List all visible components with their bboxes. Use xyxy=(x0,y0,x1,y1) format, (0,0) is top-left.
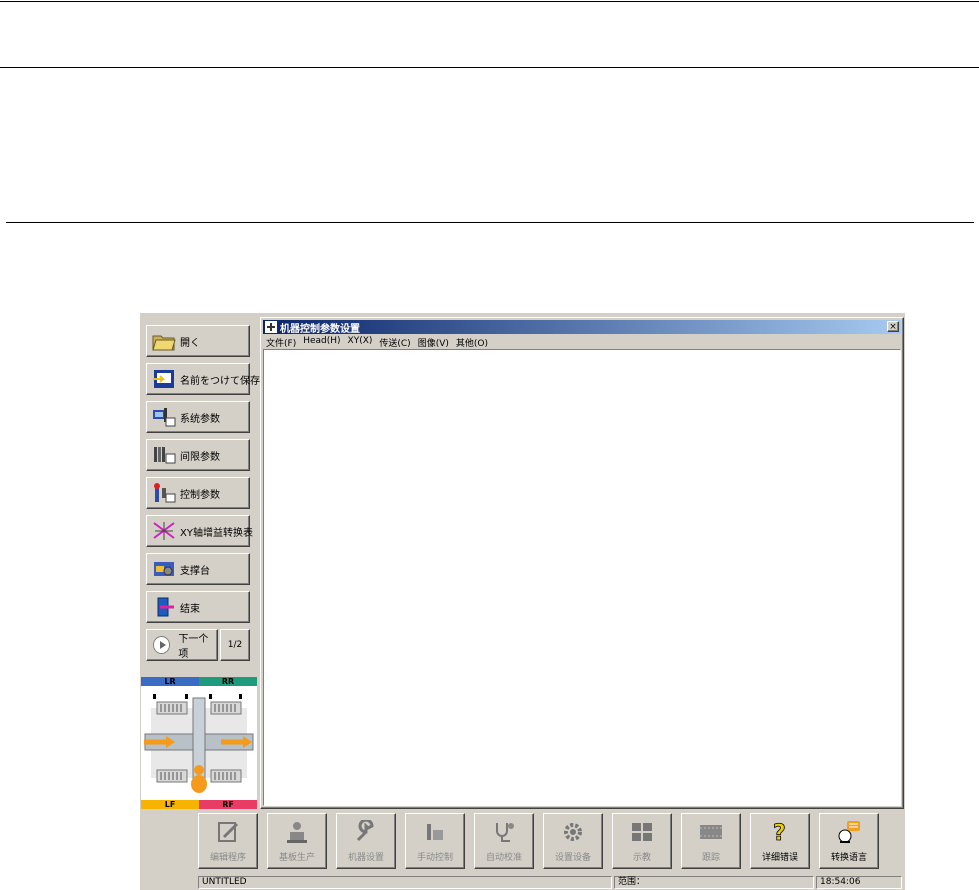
next-item-label: 下一个项 xyxy=(178,634,209,660)
control-params-label: 控制参数 xyxy=(180,489,220,501)
support-table-label: 支撑台 xyxy=(180,565,210,577)
edit-program-button[interactable]: 编辑程序 xyxy=(198,813,258,869)
next-item-button[interactable]: 下一个项 xyxy=(146,629,218,661)
machine-setup-button[interactable]: 机器设置 xyxy=(336,813,396,869)
window-titlebar[interactable]: 机器控制参数设置 × xyxy=(263,320,901,335)
menu-xy[interactable]: XY(X) xyxy=(348,335,373,348)
conveyor-diagram-icon xyxy=(144,694,254,793)
menu-image[interactable]: 图像(V) xyxy=(418,335,449,349)
manual-control-button[interactable]: 手动控制 xyxy=(405,813,465,869)
exit-button[interactable]: 结束 xyxy=(146,591,250,623)
window-client-area xyxy=(263,349,901,806)
auto-calibration-button[interactable]: 自动校准 xyxy=(474,813,534,869)
menu-other[interactable]: 其他(O) xyxy=(456,335,488,349)
xy-gain-label: XY轴增益转换表 xyxy=(180,527,253,539)
save-as-button[interactable]: 名前をつけて保存 xyxy=(146,363,260,395)
close-icon[interactable]: × xyxy=(887,321,899,332)
trace-icon xyxy=(699,820,723,844)
app-icon xyxy=(265,321,277,333)
detail-error-button[interactable]: ? 详细错误 xyxy=(750,813,810,869)
save-as-label: 名前をつけて保存 xyxy=(180,375,260,387)
limit-params-icon xyxy=(152,444,176,466)
open-button[interactable]: 開く xyxy=(146,325,250,357)
system-params-label: 系统参数 xyxy=(180,413,220,425)
page-indicator-label: 1/2 xyxy=(227,640,243,650)
menu-head[interactable]: Head(H) xyxy=(303,335,340,348)
teach-label: 示教 xyxy=(632,853,651,863)
production-label: 基板生产 xyxy=(278,853,315,863)
head-position-diagram: LR RR LF RF xyxy=(141,677,257,809)
device-setup-label: 设置设备 xyxy=(554,853,591,863)
folder-open-icon xyxy=(152,330,176,352)
page-indicator-button[interactable]: 1/2 xyxy=(220,629,250,661)
xy-gain-icon xyxy=(152,520,176,542)
menu-bar: 文件(F) Head(H) XY(X) 传送(C) 图像(V) 其他(O) xyxy=(263,335,901,349)
xy-gain-table-button[interactable]: XY轴增益转换表 xyxy=(146,515,253,547)
control-params-button[interactable]: 控制参数 xyxy=(146,477,250,509)
switch-language-icon xyxy=(837,820,861,844)
edit-program-icon xyxy=(216,820,240,844)
open-label: 開く xyxy=(180,337,200,349)
save-as-icon xyxy=(152,368,176,390)
edit-program-label: 编辑程序 xyxy=(209,853,246,863)
support-table-button[interactable]: 支撑台 xyxy=(146,553,250,585)
machine-control-window: 机器控制参数设置 × 文件(F) Head(H) XY(X) 传送(C) 图像(… xyxy=(260,317,904,809)
device-setup-icon xyxy=(561,820,585,844)
status-range: 范围： xyxy=(614,876,814,889)
switch-language-button[interactable]: 转换语言 xyxy=(819,813,879,869)
svg-text:?: ? xyxy=(773,821,786,844)
auto-calibration-icon xyxy=(492,820,516,844)
teach-icon xyxy=(630,820,654,844)
limit-params-label: 间限参数 xyxy=(180,451,220,463)
switch-language-label: 转换语言 xyxy=(830,853,867,863)
machine-control-app: 開く 名前をつけて保存 系统参数 间限参数 控制参数 XY轴增益转换表 支撑台 … xyxy=(140,313,905,890)
help-question-icon: ? xyxy=(768,820,792,847)
limit-params-button[interactable]: 间限参数 xyxy=(146,439,250,471)
section-rule xyxy=(6,222,974,223)
teach-button[interactable]: 示教 xyxy=(612,813,672,869)
production-icon xyxy=(285,820,309,844)
manual-control-label: 手动控制 xyxy=(416,853,453,863)
system-params-button[interactable]: 系统参数 xyxy=(146,401,250,433)
header-rule xyxy=(0,67,979,68)
detail-error-label: 详细错误 xyxy=(761,853,798,863)
control-params-icon xyxy=(152,482,176,504)
trace-button[interactable]: 跟踪 xyxy=(681,813,741,869)
production-button[interactable]: 基板生产 xyxy=(267,813,327,869)
support-table-icon xyxy=(152,558,176,580)
window-title: 机器控制参数设置 xyxy=(280,323,360,335)
play-icon xyxy=(153,636,171,654)
menu-conveyor[interactable]: 传送(C) xyxy=(379,335,410,349)
rf-label: RF xyxy=(199,800,257,809)
lf-label: LF xyxy=(141,800,199,809)
auto-calibration-label: 自动校准 xyxy=(485,853,522,863)
rr-label: RR xyxy=(199,677,257,686)
machine-setup-icon xyxy=(354,818,378,844)
manual-control-icon xyxy=(423,820,447,844)
status-clock: 18:54:06 xyxy=(816,876,902,889)
status-filename: UNTITLED xyxy=(198,876,612,889)
exit-label: 结束 xyxy=(180,603,200,615)
device-setup-button[interactable]: 设置设备 xyxy=(543,813,603,869)
exit-door-icon xyxy=(152,596,176,618)
trace-label: 跟踪 xyxy=(701,853,720,863)
lr-label: LR xyxy=(141,677,199,686)
menu-file[interactable]: 文件(F) xyxy=(266,335,296,349)
machine-setup-label: 机器设置 xyxy=(347,853,384,863)
top-rule xyxy=(0,1,979,2)
system-params-icon xyxy=(152,406,176,428)
